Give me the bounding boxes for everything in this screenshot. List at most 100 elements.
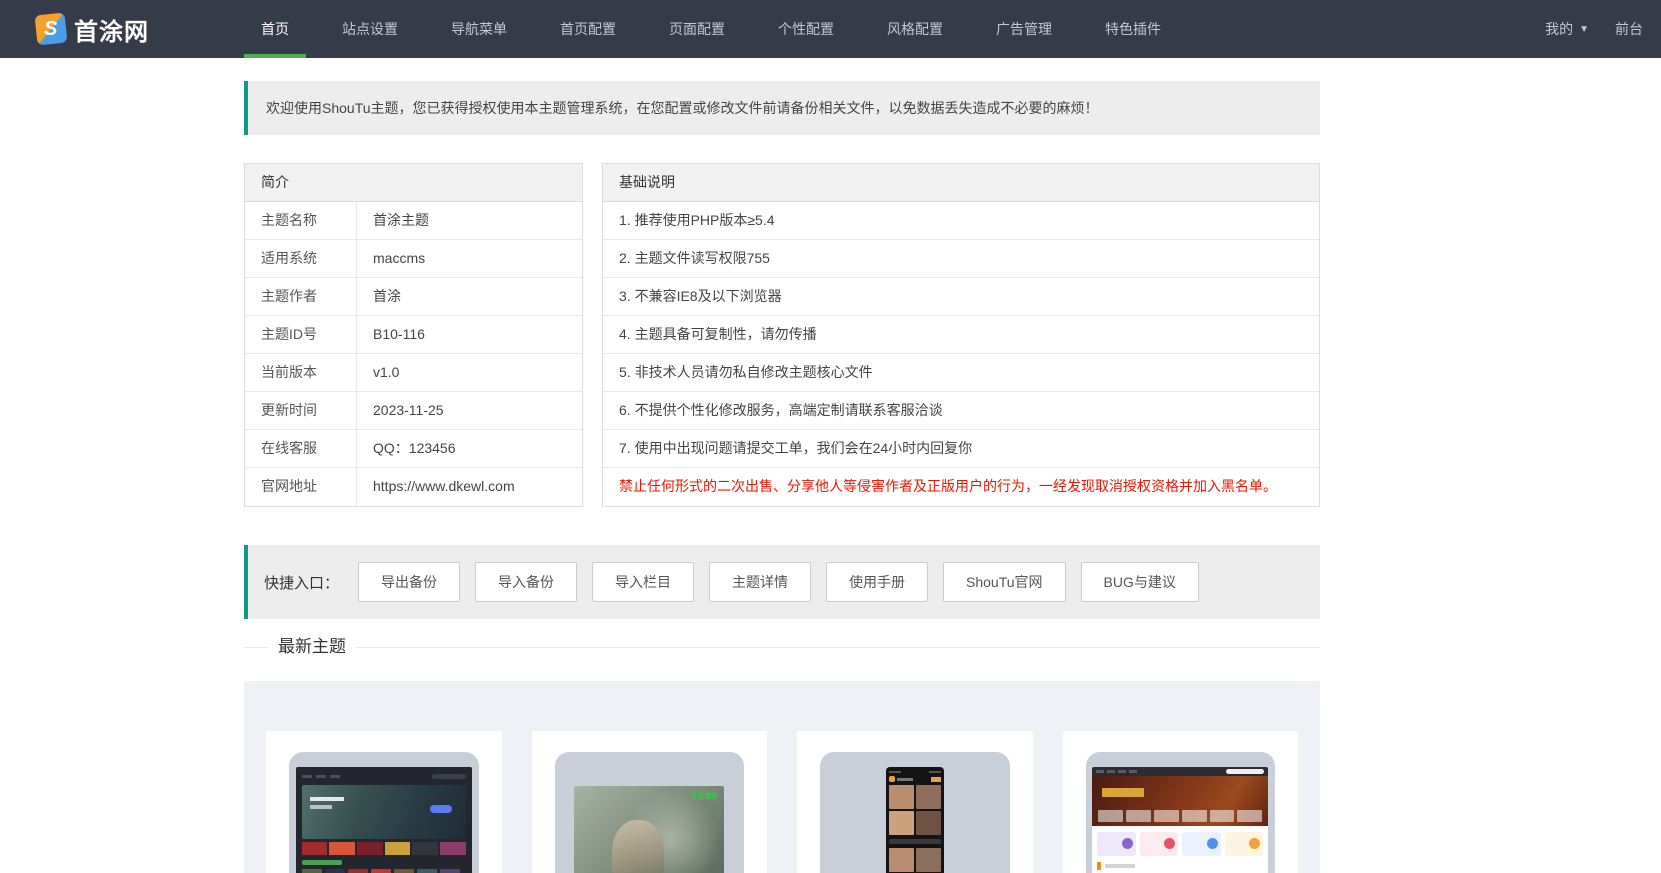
- row-label: 适用系统: [245, 240, 357, 277]
- tablet-frame: 首涂播放: [554, 752, 744, 873]
- latest-themes-title: 最新主题: [268, 635, 356, 659]
- table-row: 主题作者 首涂: [245, 278, 582, 316]
- mock-photo-grid: [888, 785, 941, 835]
- row-value: maccms: [373, 250, 426, 266]
- mock-poster-grid: [301, 869, 466, 873]
- intro-table-title: 简介: [245, 164, 582, 202]
- nav-item-page-config[interactable]: 页面配置: [652, 0, 742, 58]
- mock-video-still: 首涂播放: [574, 786, 725, 873]
- nav-item-style-config[interactable]: 风格配置: [870, 0, 960, 58]
- row-value: B10-116: [373, 326, 425, 342]
- notes-table: 基础说明 1. 推荐使用PHP版本≥5.4 2. 主题文件读写权限755 3. …: [602, 163, 1320, 507]
- warning-note-row: 禁止任何形式的二次出售、分享他人等侵害作者及正版用户的行为，一经发现取消授权资格…: [619, 478, 1277, 494]
- welcome-notice: 欢迎使用ShouTu主题，您已获得授权使用本主题管理系统，在您配置或修改文件前请…: [244, 81, 1320, 135]
- row-label: 当前版本: [245, 354, 357, 391]
- tablet-frame: [1085, 752, 1275, 873]
- chevron-down-icon: ▼: [1579, 23, 1589, 35]
- table-row: 在线客服 QQ：123456: [245, 430, 582, 468]
- note-row: 2. 主题文件读写权限755: [603, 240, 1319, 278]
- import-backup-button[interactable]: 导入备份: [475, 562, 578, 602]
- theme-preview-card-dark-desktop[interactable]: [266, 731, 502, 873]
- note-row: 6. 不提供个性化修改服务，高端定制请联系客服洽谈: [603, 392, 1319, 430]
- table-row: 主题ID号 B10-116: [245, 316, 582, 354]
- my-dropdown[interactable]: 我的 ▼: [1545, 19, 1589, 39]
- quick-entry-bar: 快捷入口： 导出备份 导入备份 导入栏目 主题详情 使用手册 ShouTu官网 …: [244, 545, 1320, 619]
- info-tables: 简介 主题名称 首涂主题 适用系统 maccms 主题作者 首涂 主题ID号 B…: [244, 163, 1320, 507]
- row-label: 官网地址: [245, 468, 357, 506]
- brand-name: 首涂网: [74, 18, 149, 46]
- note-row: 7. 使用中出现问题请提交工单，我们会在24小时内回复你: [603, 430, 1319, 468]
- table-row: 当前版本 v1.0: [245, 354, 582, 392]
- row-label: 主题作者: [245, 278, 357, 315]
- top-navbar: S 首涂网 首页 站点设置 导航菜单 首页配置 页面配置 个性配置 风格配置 广…: [0, 0, 1661, 58]
- nav-item-personal-config[interactable]: 个性配置: [761, 0, 851, 58]
- theme-preview-card-light-desktop[interactable]: [1062, 731, 1298, 873]
- mock-hero-banner: [1092, 776, 1269, 826]
- row-label: 在线客服: [245, 430, 357, 467]
- topbar-right: 我的 ▼ 前台: [1545, 0, 1661, 58]
- table-row: 主题名称 首涂主题: [245, 202, 582, 240]
- theme-preview-card-mobile[interactable]: [797, 731, 1033, 873]
- nav-item-home[interactable]: 首页: [244, 0, 306, 58]
- mock-section-header: [1092, 862, 1268, 873]
- video-player-screenshot: 首涂播放: [574, 786, 725, 873]
- import-columns-button[interactable]: 导入栏目: [592, 562, 695, 602]
- mock-photo-grid: [888, 848, 941, 873]
- mock-section-label: [301, 860, 342, 865]
- nav-item-nav-menu[interactable]: 导航菜单: [434, 0, 524, 58]
- notes-table-title: 基础说明: [603, 164, 1319, 202]
- row-label: 主题名称: [245, 202, 357, 239]
- mobile-app-screenshot: [885, 767, 944, 873]
- table-row: 官网地址 https://www.dkewl.com: [245, 468, 582, 506]
- light-movie-site-screenshot: [1092, 767, 1269, 873]
- my-dropdown-label: 我的: [1545, 21, 1574, 37]
- tablet-frame: [289, 752, 479, 873]
- note-row: 3. 不兼容IE8及以下浏览器: [603, 278, 1319, 316]
- user-manual-button[interactable]: 使用手册: [826, 562, 929, 602]
- mock-navbar: [301, 772, 466, 781]
- theme-details-button[interactable]: 主题详情: [709, 562, 812, 602]
- front-site-link[interactable]: 前台: [1615, 19, 1643, 39]
- shoutu-logo-icon: S: [34, 12, 68, 46]
- theme-preview-card-player[interactable]: 首涂播放: [531, 731, 767, 873]
- row-value: 首涂: [373, 288, 401, 304]
- mock-hero-banner: [301, 785, 466, 839]
- table-row: 适用系统 maccms: [245, 240, 582, 278]
- note-row: 5. 非技术人员请勿私自修改主题核心文件: [603, 354, 1319, 392]
- row-value: QQ：123456: [373, 440, 456, 456]
- shoutu-site-button[interactable]: ShouTu官网: [943, 562, 1066, 602]
- note-row: 1. 推荐使用PHP版本≥5.4: [603, 202, 1319, 240]
- mock-title-bar: [888, 839, 941, 844]
- official-site-url: https://www.dkewl.com: [373, 478, 515, 494]
- row-value: 首涂主题: [373, 212, 429, 228]
- mock-app-header: [888, 776, 941, 782]
- mock-promo-strip: [301, 842, 466, 855]
- row-label: 更新时间: [245, 392, 357, 429]
- tablet-frame: [820, 752, 1010, 873]
- mock-figure: [612, 820, 665, 873]
- main-content: 欢迎使用ShouTu主题，您已获得授权使用本主题管理系统，在您配置或修改文件前请…: [244, 81, 1320, 873]
- mock-statusbar: [888, 771, 941, 773]
- intro-table: 简介 主题名称 首涂主题 适用系统 maccms 主题作者 首涂 主题ID号 B…: [244, 163, 583, 507]
- nav-item-featured-plugins[interactable]: 特色插件: [1088, 0, 1178, 58]
- row-value: v1.0: [373, 364, 400, 380]
- mock-category-cards: [1092, 826, 1268, 862]
- quick-entry-label: 快捷入口：: [264, 574, 340, 592]
- table-row: 更新时间 2023-11-25: [245, 392, 582, 430]
- brand[interactable]: S 首涂网: [0, 0, 244, 58]
- player-watermark: 首涂播放: [690, 793, 719, 800]
- row-value: 2023-11-25: [373, 402, 444, 418]
- latest-themes-heading: 最新主题: [244, 635, 1320, 659]
- dark-movie-site-screenshot: [295, 767, 472, 873]
- nav-item-ad-management[interactable]: 广告管理: [979, 0, 1069, 58]
- mock-navbar: [1092, 767, 1269, 776]
- nav-item-home-config[interactable]: 首页配置: [543, 0, 633, 58]
- nav-item-site-settings[interactable]: 站点设置: [325, 0, 415, 58]
- export-backup-button[interactable]: 导出备份: [358, 562, 461, 602]
- note-row: 4. 主题具备可复制性，请勿传播: [603, 316, 1319, 354]
- row-label: 主题ID号: [245, 316, 357, 353]
- latest-themes-panel: 首涂播放: [244, 681, 1320, 873]
- bug-suggest-button[interactable]: BUG与建议: [1080, 562, 1199, 602]
- welcome-notice-text: 欢迎使用ShouTu主题，您已获得授权使用本主题管理系统，在您配置或修改文件前请…: [266, 100, 1099, 116]
- main-nav: 首页 站点设置 导航菜单 首页配置 页面配置 个性配置 风格配置 广告管理 特色…: [244, 0, 1197, 58]
